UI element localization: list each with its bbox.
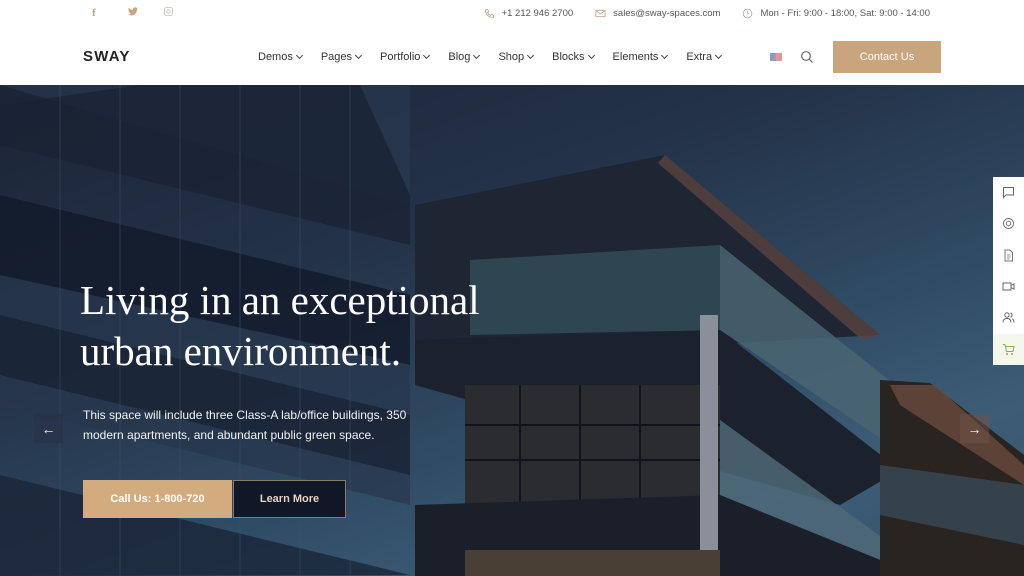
chevron-down-icon bbox=[423, 51, 431, 60]
phone-contact[interactable]: +1 212 946 2700 bbox=[484, 8, 574, 19]
cart-icon bbox=[1003, 343, 1015, 355]
nav-label: Blog bbox=[448, 51, 471, 63]
nav-item-portfolio[interactable]: Portfolio bbox=[380, 51, 431, 63]
learn-more-button[interactable]: Learn More bbox=[233, 480, 346, 518]
slider-prev-button[interactable]: ← bbox=[34, 414, 63, 443]
slider-next-button[interactable]: → bbox=[960, 414, 989, 443]
main-nav: Demos Pages Portfolio Blog Shop Blocks E… bbox=[258, 51, 723, 63]
nav-label: Shop bbox=[498, 51, 525, 63]
side-tool-video[interactable] bbox=[993, 271, 1024, 302]
hero-description: This space will include three Class-A la… bbox=[83, 408, 407, 442]
hero-title-line-2: urban environment. bbox=[80, 328, 402, 374]
top-bar: f +1 212 946 2700 sales@sway-spaces.com … bbox=[0, 0, 1024, 28]
logo[interactable]: SWAY bbox=[83, 48, 131, 65]
hero-title: Living in an exceptional urban environme… bbox=[80, 275, 480, 377]
arrow-left-icon: ← bbox=[41, 420, 56, 437]
chevron-down-icon bbox=[715, 51, 723, 60]
side-tool-document[interactable] bbox=[993, 240, 1024, 271]
hero-title-line-1: Living in an exceptional bbox=[80, 277, 480, 323]
side-tool-chat[interactable] bbox=[993, 177, 1024, 208]
nav-item-blog[interactable]: Blog bbox=[448, 51, 481, 63]
phone-number: +1 212 946 2700 bbox=[501, 8, 574, 19]
instagram-icon[interactable] bbox=[164, 7, 200, 19]
nav-label: Elements bbox=[612, 51, 659, 63]
business-hours: Mon - Fri: 9:00 - 18:00, Sat: 9:00 - 14:… bbox=[760, 8, 930, 19]
call-us-button[interactable]: Call Us: 1-800-720 bbox=[83, 480, 232, 518]
side-toolbar bbox=[993, 177, 1024, 365]
phone-icon bbox=[484, 8, 494, 18]
nav-item-shop[interactable]: Shop bbox=[498, 51, 535, 63]
us-flag-icon[interactable] bbox=[770, 53, 782, 61]
hours-info: Mon - Fri: 9:00 - 18:00, Sat: 9:00 - 14:… bbox=[742, 8, 930, 19]
nav-label: Blocks bbox=[552, 51, 585, 63]
hero-slider: Living in an exceptional urban environme… bbox=[0, 85, 1024, 576]
nav-item-demos[interactable]: Demos bbox=[258, 51, 303, 63]
chevron-down-icon bbox=[527, 51, 535, 60]
side-tool-cart[interactable] bbox=[993, 333, 1024, 365]
twitter-icon[interactable] bbox=[128, 7, 164, 19]
users-icon bbox=[1002, 312, 1015, 323]
chevron-down-icon bbox=[295, 51, 303, 60]
nav-label: Demos bbox=[258, 51, 293, 63]
social-links: f bbox=[92, 7, 200, 19]
nav-label: Portfolio bbox=[380, 51, 421, 63]
support-icon bbox=[1003, 218, 1014, 230]
clock-icon bbox=[743, 8, 753, 19]
nav-item-extra[interactable]: Extra bbox=[686, 51, 723, 63]
nav-item-blocks[interactable]: Blocks bbox=[552, 51, 595, 63]
email-address: sales@sway-spaces.com bbox=[613, 8, 721, 19]
document-icon bbox=[1004, 249, 1013, 262]
facebook-icon[interactable]: f bbox=[92, 7, 128, 19]
main-header: SWAY Demos Pages Portfolio Blog Shop Blo… bbox=[0, 28, 1024, 85]
email-contact[interactable]: sales@sway-spaces.com bbox=[595, 8, 720, 19]
nav-label: Extra bbox=[686, 51, 713, 63]
nav-item-pages[interactable]: Pages bbox=[320, 51, 363, 63]
chevron-down-icon bbox=[355, 51, 363, 60]
nav-label: Pages bbox=[320, 51, 353, 63]
chevron-down-icon bbox=[587, 51, 595, 60]
chevron-down-icon bbox=[473, 51, 481, 60]
envelope-icon bbox=[595, 9, 606, 18]
chat-icon bbox=[1003, 187, 1014, 199]
video-icon bbox=[1002, 282, 1015, 291]
contact-us-button[interactable]: Contact Us bbox=[833, 41, 941, 73]
side-tool-support[interactable] bbox=[993, 208, 1024, 239]
chevron-down-icon bbox=[661, 51, 669, 60]
search-icon[interactable] bbox=[800, 50, 814, 64]
nav-item-elements[interactable]: Elements bbox=[612, 51, 669, 63]
contact-info: +1 212 946 2700 sales@sway-spaces.com Mo… bbox=[484, 8, 930, 19]
arrow-right-icon: → bbox=[967, 420, 982, 437]
side-tool-users[interactable] bbox=[993, 302, 1024, 333]
